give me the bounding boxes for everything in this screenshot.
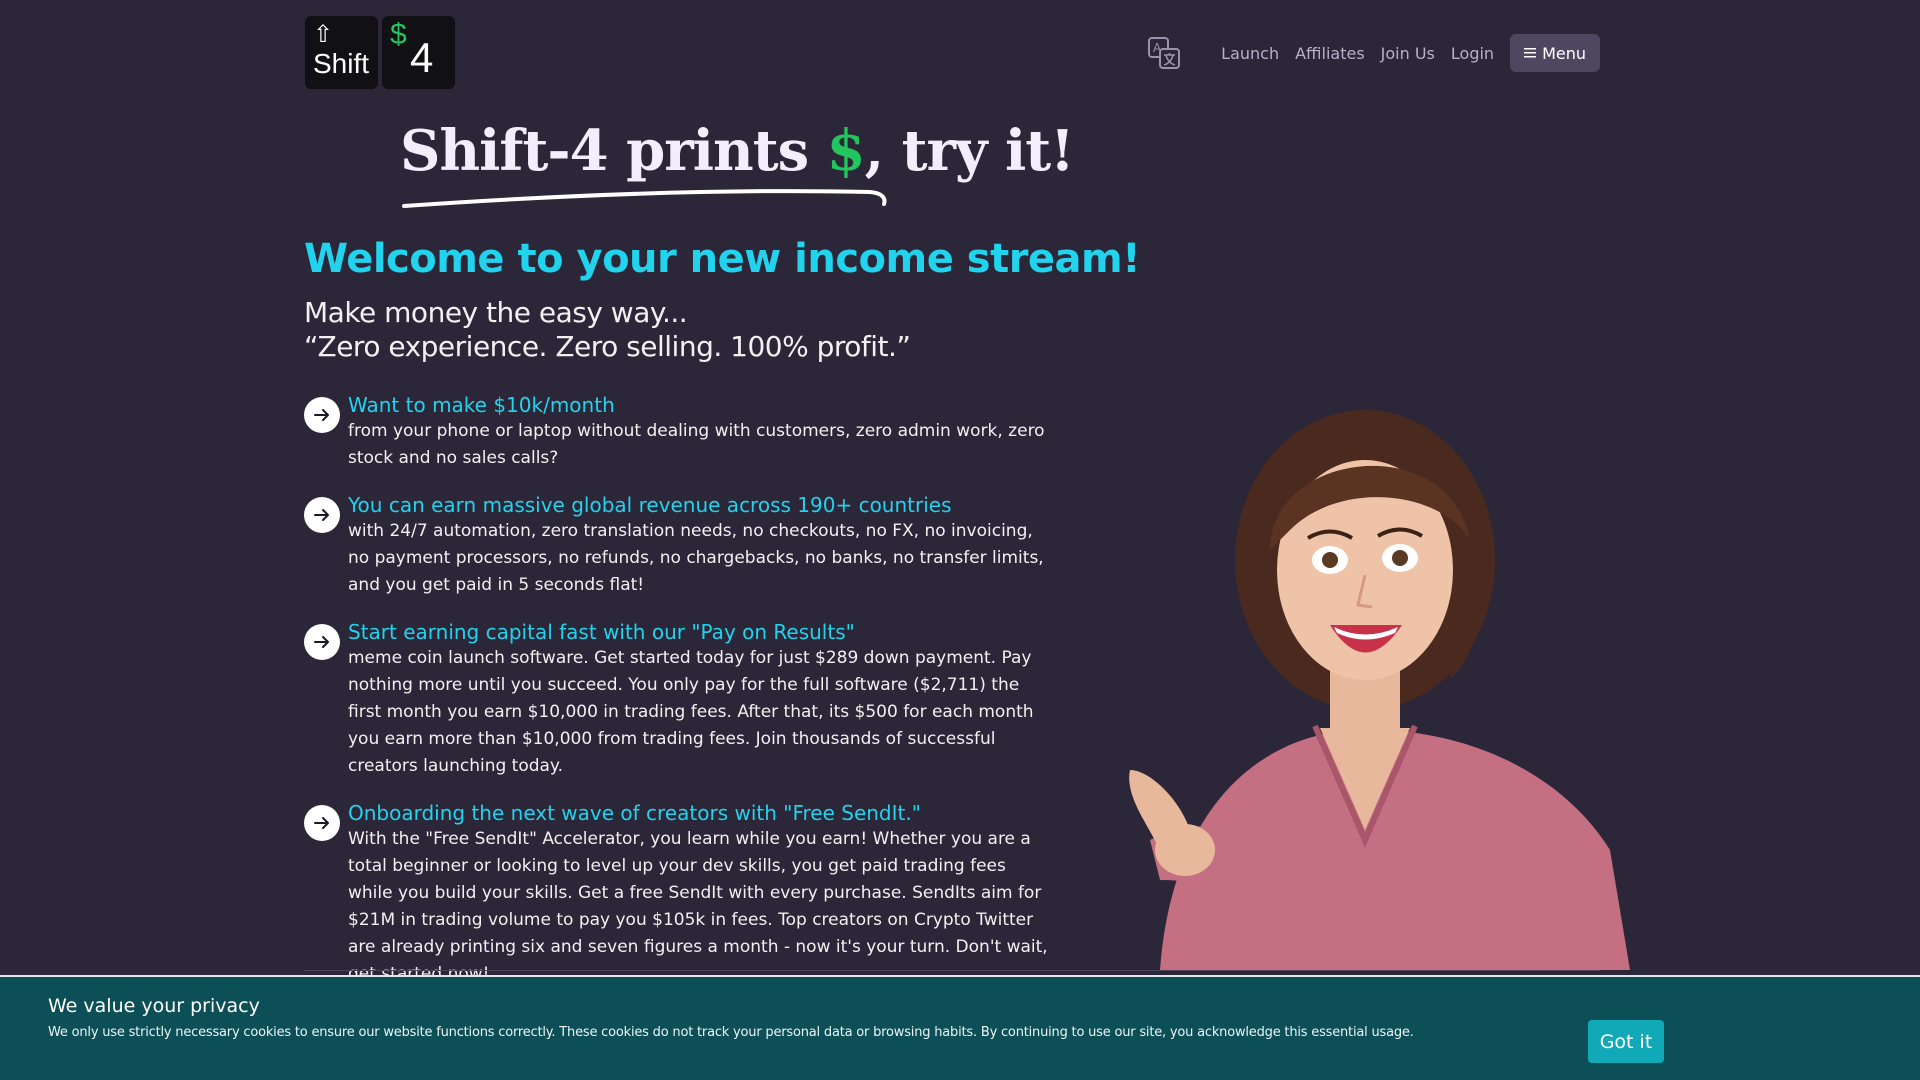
- feature-body: meme coin launch software. Get started t…: [348, 648, 1034, 776]
- logo[interactable]: ⇧ Shift $ 4: [305, 16, 455, 89]
- landing-page: ⇧ Shift $ 4 A Launch Affiliates Join Us …: [0, 0, 1920, 1080]
- hero-illustration: [1129, 410, 1630, 970]
- cookie-title: We value your privacy: [48, 995, 260, 1017]
- feature-title: You can earn massive global revenue acro…: [348, 493, 952, 517]
- nav-join-us[interactable]: Join Us: [1381, 44, 1435, 63]
- menu-button[interactable]: Menu: [1510, 34, 1600, 72]
- four-key-number: 4: [410, 34, 434, 81]
- hamburger-icon: [1524, 48, 1537, 58]
- nav-launch[interactable]: Launch: [1221, 44, 1279, 63]
- welcome-heading: Welcome to your new income stream!: [304, 236, 1140, 282]
- feature-body: with 24/7 automation, zero translation n…: [348, 521, 1044, 595]
- feature-title: Want to make $10k/month: [348, 393, 615, 417]
- feature-item: You can earn massive global revenue acro…: [304, 492, 1054, 599]
- feature-item: Want to make $10k/month from your phone …: [304, 392, 1054, 472]
- feature-body: With the "Free SendIt" Accelerator, you …: [348, 829, 1048, 984]
- feature-text: Onboarding the next wave of creators wit…: [348, 800, 1048, 988]
- subline-easy-way: Make money the easy way...: [304, 296, 688, 329]
- shift-key: ⇧ Shift: [305, 16, 378, 89]
- feature-title: Onboarding the next wave of creators wit…: [348, 801, 921, 825]
- nav-affiliates[interactable]: Affiliates: [1295, 44, 1365, 63]
- nav-login[interactable]: Login: [1451, 44, 1494, 63]
- top-nav: A Launch Affiliates Join Us Login Menu: [1147, 34, 1600, 72]
- four-key-dollar: $: [390, 18, 407, 51]
- hero-title: Shift-4 prints $, try it!: [400, 118, 1075, 184]
- hero-underline: [402, 189, 887, 208]
- arrow-right-icon: [304, 397, 340, 433]
- arrow-right-icon: [304, 624, 340, 660]
- feature-item: Start earning capital fast with our "Pay…: [304, 619, 1054, 780]
- cookie-text: We only use strictly necessary cookies t…: [48, 1025, 1414, 1040]
- four-key: $ 4: [382, 16, 455, 89]
- translate-icon[interactable]: A: [1147, 36, 1181, 70]
- cookie-banner: We value your privacy We only use strict…: [0, 975, 1920, 1080]
- feature-body: from your phone or laptop without dealin…: [348, 421, 1045, 468]
- hero-title-start: Shift-4 prints: [400, 118, 827, 184]
- content-divider: [304, 970, 1600, 971]
- feature-list: Want to make $10k/month from your phone …: [304, 392, 1054, 1008]
- feature-text: Start earning capital fast with our "Pay…: [348, 619, 1048, 780]
- cookie-accept-button[interactable]: Got it: [1588, 1020, 1664, 1063]
- arrow-right-icon: [304, 497, 340, 533]
- feature-text: Want to make $10k/month from your phone …: [348, 392, 1048, 472]
- hero-title-end: , try it!: [864, 118, 1075, 184]
- feature-text: You can earn massive global revenue acro…: [348, 492, 1048, 599]
- hero-title-money: $: [826, 118, 866, 184]
- menu-label: Menu: [1542, 43, 1586, 63]
- feature-title: Start earning capital fast with our "Pay…: [348, 620, 855, 644]
- feature-item: Onboarding the next wave of creators wit…: [304, 800, 1054, 988]
- shift-key-label: Shift: [313, 48, 370, 79]
- subline-quote: “Zero experience. Zero selling. 100% pro…: [304, 330, 911, 363]
- shift-arrow-icon: ⇧: [313, 20, 334, 48]
- arrow-right-icon: [304, 805, 340, 841]
